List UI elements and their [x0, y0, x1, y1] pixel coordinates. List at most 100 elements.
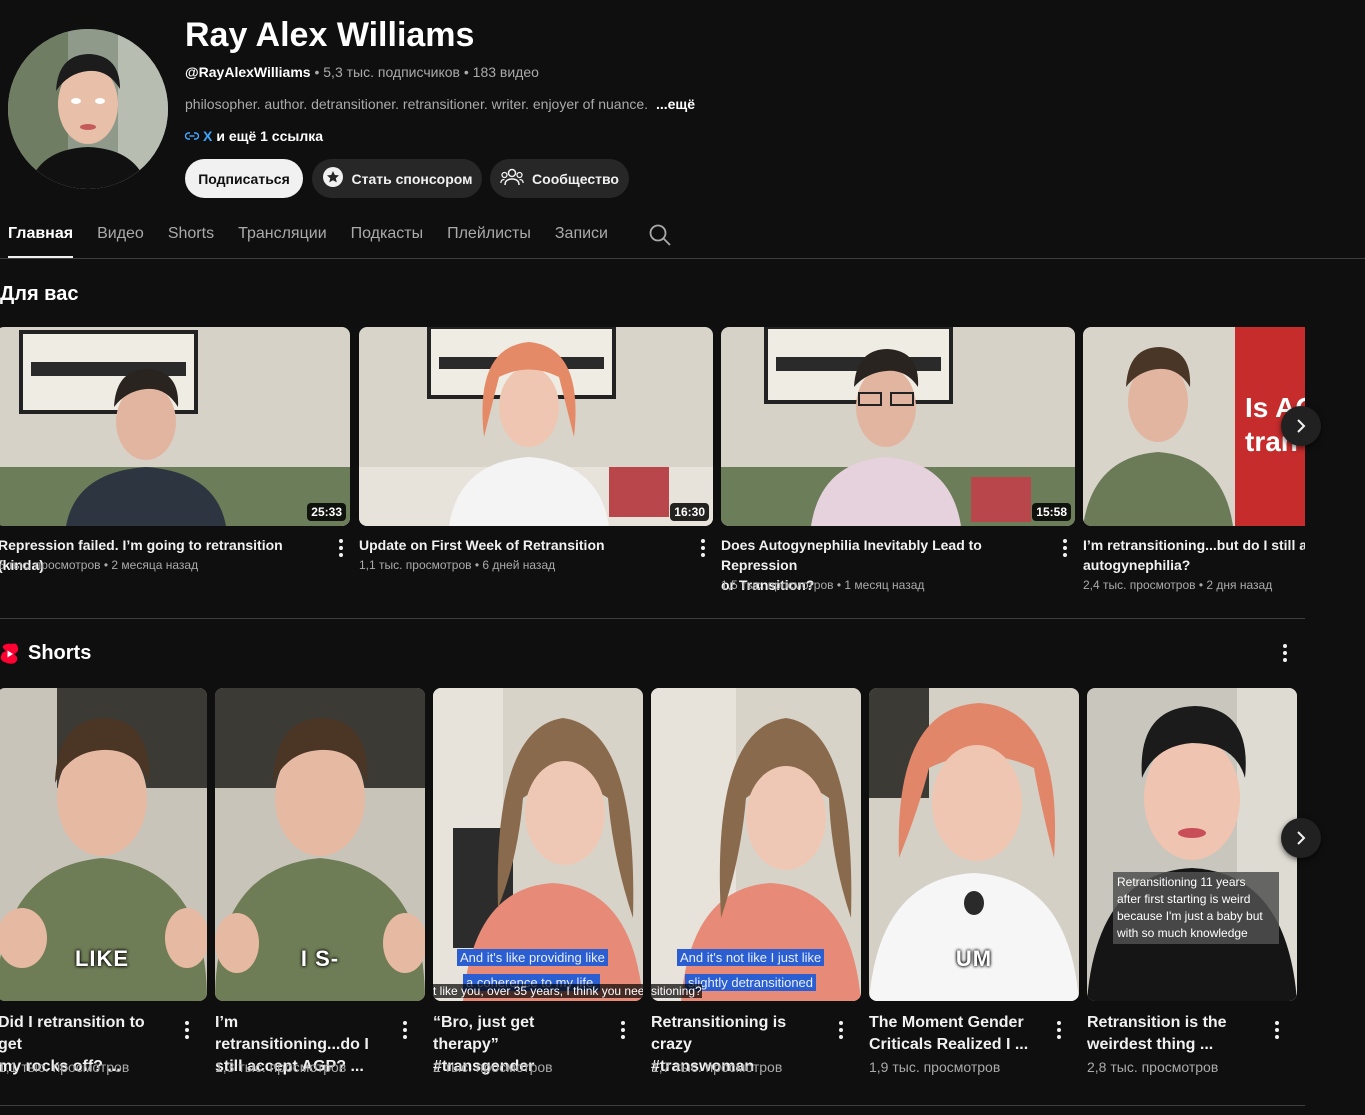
video-age: 6 дней назад: [482, 558, 556, 572]
channel-description[interactable]: philosopher. author. detransitioner. ret…: [185, 96, 695, 112]
short-caption: LIKE: [74, 946, 130, 971]
short-title-line: “Bro, just get therapy”: [433, 1014, 535, 1053]
more-vert-icon[interactable]: [395, 1018, 415, 1042]
meta-separator: •: [314, 64, 320, 80]
more-vert-icon[interactable]: [1275, 641, 1295, 665]
tab-videos[interactable]: Видео: [97, 220, 144, 258]
short-thumbnail[interactable]: UM: [869, 688, 1079, 1001]
short-thumbnail[interactable]: I S-: [215, 688, 425, 1001]
subtitle-line: because I'm just a baby but: [1117, 909, 1263, 923]
more-vert-icon[interactable]: [177, 1018, 197, 1042]
video-title[interactable]: I’m retransitioning...but do I still acc…: [1083, 535, 1305, 575]
short-title-line: Retransitioning is crazy: [651, 1014, 787, 1053]
video-duration: 15:58: [1032, 503, 1071, 521]
short-views: 1,1 тыс. просмотров: [0, 1059, 130, 1075]
video-title-line: I’m retransitioning...but do I still acc: [1083, 537, 1305, 553]
more-vert-icon[interactable]: [331, 536, 351, 560]
video-title-line: autogynephilia?: [1083, 557, 1191, 573]
short-views: 2 тыс. просмотров: [433, 1059, 553, 1075]
scroll-next-button[interactable]: [1281, 818, 1321, 858]
short-subtitle: And it's like providing like: [457, 949, 608, 967]
video-age: 2 месяца назад: [111, 558, 199, 572]
short-views: 1,7 тыс. просмотров: [651, 1059, 783, 1075]
star-badge-icon: [322, 166, 344, 191]
tab-live[interactable]: Трансляции: [238, 220, 327, 258]
short-subtitle: Retransitioning 11 years after first sta…: [1113, 872, 1279, 944]
video-views: 2,4 тыс. просмотров: [1083, 578, 1196, 592]
x-link[interactable]: X: [203, 128, 212, 144]
short-subtitle: sitioning?: [651, 984, 702, 998]
short-title-line: Retransition is the: [1087, 1014, 1227, 1031]
tab-podcasts[interactable]: Подкасты: [351, 220, 423, 258]
subscribe-button[interactable]: Подписаться: [185, 159, 303, 198]
short-views: 1,3 тыс. просмотров: [215, 1059, 347, 1075]
subtitle-line: And it's not like I just like: [677, 949, 825, 966]
video-age: 2 дня назад: [1206, 578, 1273, 592]
channel-links[interactable]: X и ещё 1 ссылка: [184, 128, 323, 144]
shorts-logo-icon: [0, 643, 19, 665]
more-vert-icon[interactable]: [613, 1018, 633, 1042]
scroll-next-button[interactable]: [1281, 406, 1321, 446]
short-views: 2,8 тыс. просмотров: [1087, 1059, 1219, 1075]
tabs-divider: [0, 258, 1365, 259]
meta-separator: •: [474, 558, 480, 572]
short-title-line: weirdest thing ...: [1087, 1036, 1214, 1053]
video-meta: 1,5 тыс. просмотров • 1 месяц назад: [721, 578, 924, 592]
more-vert-icon[interactable]: [1267, 1018, 1287, 1042]
community-button[interactable]: Сообщество: [490, 159, 629, 198]
video-meta: 1,1 тыс. просмотров • 6 дней назад: [359, 558, 555, 572]
short-thumbnail[interactable]: And it's not like I just like slightly d…: [651, 688, 861, 1001]
section-divider: [0, 618, 1305, 619]
video-thumbnail[interactable]: 15:58: [721, 327, 1075, 526]
subtitle-line: after first starting is weird: [1117, 892, 1251, 906]
short-thumbnail[interactable]: Retransitioning 11 years after first sta…: [1087, 688, 1297, 1001]
channel-name: Ray Alex Williams: [185, 16, 475, 54]
tab-posts[interactable]: Записи: [555, 220, 608, 258]
video-thumbnail[interactable]: 25:33: [0, 327, 350, 526]
tab-shorts[interactable]: Shorts: [168, 220, 214, 258]
shorts-section-title: Shorts: [28, 642, 92, 664]
video-title[interactable]: Update on First Week of Retransition: [359, 535, 685, 555]
short-thumbnail[interactable]: And it's like providing like a coherence…: [433, 688, 643, 1001]
video-thumbnail[interactable]: 16:30: [359, 327, 713, 526]
short-caption: UM: [955, 946, 993, 971]
video-meta: 5 тыс. просмотров • 2 месяца назад: [0, 558, 198, 572]
subscriber-count: 5,3 тыс. подписчиков: [323, 64, 460, 80]
meta-separator: •: [1198, 578, 1204, 592]
short-title-line: Criticals Realized I ...: [869, 1036, 1029, 1053]
short-title-line: Did I retransition to get: [0, 1014, 145, 1053]
channel-avatar[interactable]: [8, 29, 168, 189]
short-caption: I S-: [300, 946, 340, 971]
tab-playlists[interactable]: Плейлисты: [447, 220, 531, 258]
description-more-button[interactable]: ...ещё: [656, 96, 695, 112]
short-title[interactable]: The Moment Gender Criticals Realized I .…: [869, 1012, 1039, 1056]
more-vert-icon[interactable]: [693, 536, 713, 560]
more-vert-icon[interactable]: [1055, 536, 1075, 560]
subtitle-line: with so much knowledge: [1117, 926, 1248, 940]
short-title-line: I’m retransitioning...do I: [215, 1014, 369, 1053]
subscribe-label: Подписаться: [198, 170, 290, 187]
video-views: 5 тыс. просмотров: [0, 558, 101, 572]
tab-home[interactable]: Главная: [8, 220, 74, 258]
search-icon[interactable]: [648, 223, 672, 247]
video-duration: 16:30: [670, 503, 709, 521]
short-subtitle: slightly detransitioned: [685, 974, 817, 992]
short-thumbnail[interactable]: LIKE: [0, 688, 207, 1001]
more-vert-icon[interactable]: [831, 1018, 851, 1042]
section-divider: [0, 1105, 1305, 1106]
subtitle-line: slightly detransitioned: [685, 974, 817, 991]
video-thumbnail[interactable]: Is AG tran: [1083, 327, 1305, 526]
short-views: 1,9 тыс. просмотров: [869, 1059, 1001, 1075]
subtitle-line: Retransitioning 11 years: [1117, 875, 1246, 889]
description-text: philosopher. author. detransitioner. ret…: [185, 96, 649, 112]
more-vert-icon[interactable]: [1049, 1018, 1069, 1042]
meta-separator: •: [103, 558, 109, 572]
channel-tabs: Главная Видео Shorts Трансляции Подкасты…: [8, 220, 608, 258]
short-subtitle: t like you, over 35 years, I think you n…: [433, 984, 643, 998]
link-icon: [184, 128, 200, 144]
short-title[interactable]: Retransition is the weirdest thing ...: [1087, 1012, 1257, 1056]
sponsor-button[interactable]: Стать спонсором: [312, 159, 482, 198]
more-links[interactable]: и ещё 1 ссылка: [216, 128, 323, 144]
sponsor-label: Стать спонсором: [351, 170, 473, 187]
channel-meta: @RayAlexWilliams • 5,3 тыс. подписчиков …: [185, 64, 539, 80]
